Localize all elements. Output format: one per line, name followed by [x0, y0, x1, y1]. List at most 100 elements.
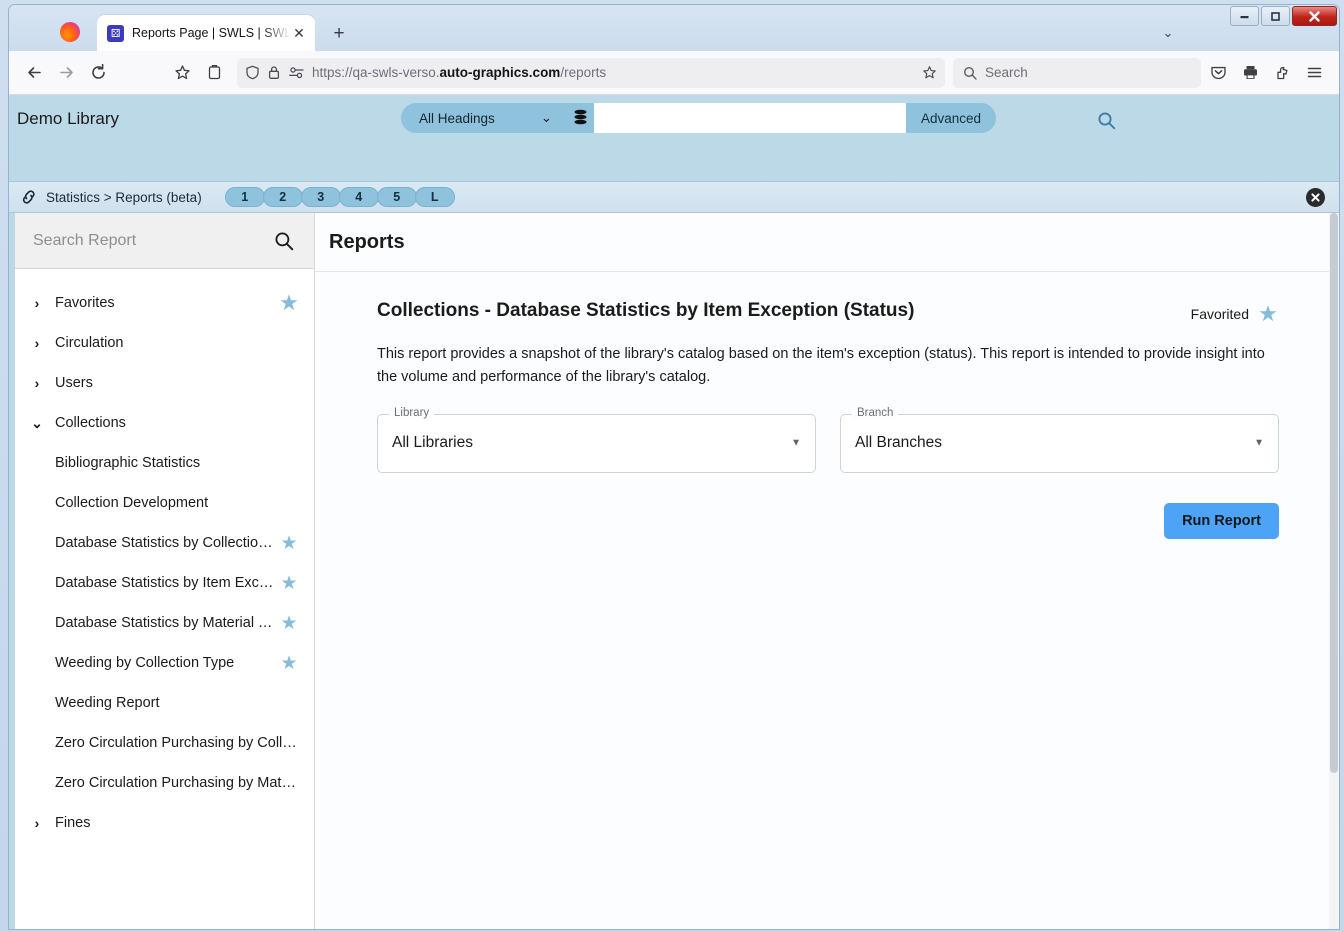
star-icon[interactable]: ★: [278, 572, 300, 594]
tab-title: Reports Page | SWLS | SWLS | Au: [132, 26, 291, 40]
tree-item-database-statistics-by-collection[interactable]: Database Statistics by Collection … ★: [9, 523, 314, 563]
url-bar[interactable]: https://qa-swls-verso.auto-graphics.com/…: [237, 57, 945, 88]
page-pill-2[interactable]: 2: [262, 187, 303, 207]
bookmark-this-page-button[interactable]: [167, 58, 197, 88]
close-breadcrumb-button[interactable]: [1306, 188, 1325, 207]
url-text: https://qa-swls-verso.auto-graphics.com/…: [312, 65, 607, 80]
page-title: Reports: [329, 231, 405, 253]
tree-label: Collection Development: [55, 495, 209, 511]
report-header: Collections - Database Statistics by Ite…: [377, 300, 1279, 325]
pocket-icon[interactable]: [1203, 58, 1233, 88]
browser-window: ⚄ Reports Page | SWLS | SWLS | Au ✕ + ⌄: [8, 4, 1340, 930]
search-scope-select[interactable]: All Headings ⌄: [401, 103, 566, 133]
page-scrollbar[interactable]: [1329, 213, 1339, 929]
tab-list-chevron-down-icon[interactable]: ⌄: [1157, 22, 1179, 44]
close-icon: [1309, 10, 1320, 22]
breadcrumb-bar: Statistics > Reports (beta) 1 2 3 4 5 L: [9, 181, 1339, 213]
branch-select[interactable]: Branch All Branches ▼: [840, 406, 1279, 473]
reload-button[interactable]: [83, 58, 113, 88]
star-icon[interactable]: ★: [278, 532, 300, 554]
window-close-button[interactable]: [1292, 6, 1337, 26]
star-icon[interactable]: ★: [1257, 303, 1279, 325]
page-pill-1[interactable]: 1: [224, 187, 265, 207]
chevron-right-icon: ›: [34, 815, 40, 831]
report-title: Collections - Database Statistics by Ite…: [377, 300, 915, 321]
search-report-input[interactable]: [31, 230, 272, 251]
page-body: › Favorites ★ › Circulation › Users: [9, 213, 1339, 929]
tree-item-collection-development[interactable]: Collection Development: [9, 483, 314, 523]
extensions-icon[interactable]: [1267, 58, 1297, 88]
page-pill-3[interactable]: 3: [300, 187, 341, 207]
search-report-row: [9, 213, 314, 269]
page-pill-4[interactable]: 4: [338, 187, 379, 207]
tree-item-weeding-report[interactable]: Weeding Report: [9, 683, 314, 723]
page-pill-last[interactable]: L: [414, 187, 455, 207]
url-bookmark-star-icon[interactable]: [922, 65, 937, 80]
tree-label: Circulation: [55, 335, 124, 351]
chevron-down-icon: ▼: [791, 437, 801, 449]
back-button[interactable]: [19, 58, 49, 88]
application-header: Demo Library A All Headings ⌄: [9, 95, 1339, 269]
tree-item-zero-circulation-purchasing-by-material[interactable]: Zero Circulation Purchasing by Materi…: [9, 763, 314, 803]
star-icon[interactable]: ★: [278, 652, 300, 674]
database-icon[interactable]: [566, 103, 594, 133]
hamburger-icon: [1307, 67, 1321, 78]
page-pill-5[interactable]: 5: [376, 187, 417, 207]
new-tab-button[interactable]: +: [325, 19, 353, 47]
branch-select-label: Branch: [852, 406, 899, 419]
library-select-value: All Libraries: [392, 434, 473, 452]
tab-favicon-icon: ⚄: [107, 24, 124, 42]
tree-label: Database Statistics by Material Ty…: [55, 615, 278, 631]
tree-label: Fines: [55, 815, 91, 831]
search-submit-icon[interactable]: [1095, 109, 1117, 131]
forward-button[interactable]: [51, 58, 81, 88]
search-icon: [963, 66, 977, 80]
star-icon[interactable]: ★: [278, 292, 300, 314]
tree-item-bibliographic-statistics[interactable]: Bibliographic Statistics: [9, 443, 314, 483]
library-select[interactable]: Library All Libraries ▼: [377, 406, 816, 473]
star-outline-icon: [174, 65, 190, 80]
tree-group-circulation[interactable]: › Circulation: [9, 323, 314, 363]
tree-label: Weeding by Collection Type: [55, 655, 235, 671]
favorited-label: Favorited: [1190, 306, 1249, 322]
web-page: Demo Library A All Headings ⌄: [9, 95, 1339, 929]
star-icon[interactable]: ★: [278, 612, 300, 634]
search-icon[interactable]: [272, 229, 296, 253]
tree-item-weeding-by-collection-type[interactable]: Weeding by Collection Type ★: [9, 643, 314, 683]
window-minimize-button[interactable]: [1230, 6, 1259, 26]
firefox-logo-icon: [60, 22, 80, 42]
chevron-right-icon: ›: [34, 335, 40, 351]
tree-label: Weeding Report: [55, 695, 160, 711]
tree-item-zero-circulation-purchasing-by-collection[interactable]: Zero Circulation Purchasing by Collect…: [9, 723, 314, 763]
reports-tree: › Favorites ★ › Circulation › Users ⌄ Co…: [9, 269, 314, 929]
tree-label: Bibliographic Statistics: [55, 455, 201, 471]
browser-toolbar-right: [1203, 58, 1329, 88]
page-scrollbar-thumb[interactable]: [1330, 213, 1338, 773]
favorited-toggle[interactable]: Favorited ★: [1191, 300, 1279, 325]
tree-group-users[interactable]: › Users: [9, 363, 314, 403]
tab-close-icon[interactable]: ✕: [291, 25, 307, 41]
report-card: Collections - Database Statistics by Ite…: [315, 272, 1339, 539]
reports-sidebar: › Favorites ★ › Circulation › Users: [9, 213, 315, 929]
tab-favicon-glyph: ⚄: [110, 26, 121, 40]
advanced-search-button[interactable]: Advanced: [906, 103, 997, 133]
window-maximize-button[interactable]: [1261, 6, 1290, 26]
browser-tab[interactable]: ⚄ Reports Page | SWLS | SWLS | Au ✕: [97, 15, 315, 51]
save-to-collection-button[interactable]: [199, 58, 229, 88]
browser-search-bar[interactable]: Search: [953, 57, 1201, 88]
shield-icon: [245, 65, 260, 80]
search-scope-value: All Headings: [419, 110, 495, 126]
app-menu-button[interactable]: [1299, 58, 1329, 88]
tree-item-database-statistics-by-material-type[interactable]: Database Statistics by Material Ty… ★: [9, 603, 314, 643]
tree-item-database-statistics-by-item-exception[interactable]: Database Statistics by Item Except… ★: [9, 563, 314, 603]
run-report-row: Run Report: [377, 502, 1279, 539]
minimize-icon: [1240, 15, 1249, 18]
tree-group-fines[interactable]: › Fines: [9, 803, 314, 843]
run-report-button[interactable]: Run Report: [1164, 502, 1279, 539]
tree-label: Zero Circulation Purchasing by Collect…: [55, 735, 300, 751]
tree-group-collections[interactable]: ⌄ Collections: [9, 403, 314, 443]
breadcrumb-text: Statistics > Reports (beta): [46, 189, 202, 205]
catalog-search-input[interactable]: [594, 103, 906, 133]
tree-group-favorites[interactable]: › Favorites ★: [9, 283, 314, 323]
print-icon[interactable]: [1235, 58, 1265, 88]
